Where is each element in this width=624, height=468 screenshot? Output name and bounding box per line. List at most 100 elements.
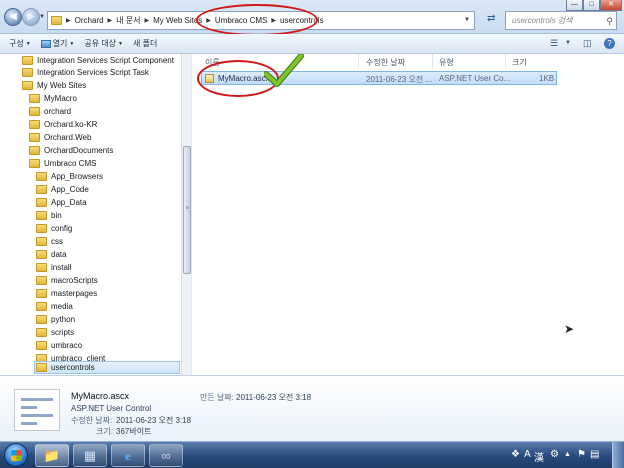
view-options-icon[interactable]: ☰ — [550, 38, 558, 49]
details-file-type: ASP.NET User Control — [71, 404, 152, 413]
recent-pages-dropdown[interactable]: ▼ — [39, 14, 45, 20]
chevron-right-icon[interactable]: ▶ — [144, 17, 149, 24]
tree-item-my-web-sites[interactable]: My Web Sites — [22, 79, 86, 91]
tree-item-css[interactable]: css — [36, 235, 63, 247]
tray-settings-icon[interactable]: ⚙ — [550, 449, 559, 460]
tree-item-usercontrols[interactable]: usercontrols — [34, 361, 180, 374]
taskbar-visual-studio[interactable]: ∞ — [149, 444, 183, 467]
tree-item-orchard-ko-kr[interactable]: Orchard.ko-KR — [29, 118, 97, 130]
mouse-cursor-icon: ➤ — [564, 322, 575, 336]
file-list-pane: 이름 수정한 날짜 유형 크기 MyMacro.ascx 2011-06-23 … — [192, 54, 624, 375]
tree-item-bin[interactable]: bin — [36, 209, 62, 221]
tree-item-umbraco[interactable]: umbraco — [36, 339, 82, 351]
command-toolbar: 구성 ▼ 열기 ▼ 공유 대상 ▼ 새 폴더 ☰ ▼ ◫ ? — [0, 34, 624, 54]
tree-item-orchard[interactable]: orchard — [29, 105, 71, 117]
hanja-icon[interactable]: 漢 — [534, 449, 544, 464]
tray-expand-icon[interactable]: ▲ — [564, 451, 571, 458]
chevron-right-icon[interactable]: ▶ — [66, 17, 71, 24]
folder-icon — [29, 132, 40, 142]
grip-icon: ≡ — [186, 205, 189, 211]
tree-item-orchard-web[interactable]: Orchard.Web — [29, 131, 91, 143]
folder-icon — [36, 327, 47, 337]
column-header-size[interactable]: 크기 — [512, 57, 527, 68]
tree-item-macroscripts[interactable]: macroScripts — [36, 274, 98, 286]
folder-icon — [36, 223, 47, 233]
folder-icon — [36, 275, 47, 285]
taskbar-internet-explorer[interactable]: e — [111, 444, 145, 467]
file-type: ASP.NET User Co... — [439, 74, 511, 83]
ime-mode-icon[interactable]: A — [524, 449, 531, 460]
close-button[interactable]: ✕ — [600, 0, 622, 11]
network-icon[interactable]: ▤ — [590, 449, 599, 460]
taskbar-explorer[interactable]: 📁 — [35, 444, 69, 467]
tree-item-integration-services-script-task[interactable]: Integration Services Script Task — [22, 66, 149, 78]
chevron-down-icon: ▼ — [69, 40, 75, 47]
language-bar-icon[interactable]: ❖ — [511, 449, 520, 460]
folder-icon — [22, 55, 33, 65]
app-icon: ▦ — [83, 448, 97, 463]
thumbnail-line — [21, 398, 53, 401]
tree-item-app-data[interactable]: App_Data — [36, 196, 87, 208]
organize-button[interactable]: 구성 ▼ — [9, 38, 31, 49]
tree-item-label: Integration Services Script Component — [37, 55, 174, 65]
breadcrumb-my-web-sites[interactable]: My Web Sites — [153, 16, 202, 25]
open-button[interactable]: 열기 ▼ — [40, 38, 75, 49]
tree-item-label: scripts — [51, 327, 75, 337]
maximize-icon: □ — [589, 1, 594, 8]
tree-item-integration-services-script-component[interactable]: Integration Services Script Component — [22, 54, 174, 66]
folder-icon — [22, 67, 33, 77]
tree-item-label: css — [51, 236, 63, 246]
help-icon[interactable]: ? — [604, 38, 615, 49]
tree-item-masterpages[interactable]: masterpages — [36, 287, 97, 299]
chevron-right-icon[interactable]: ▶ — [108, 17, 113, 24]
tree-item-app-browsers[interactable]: App_Browsers — [36, 170, 103, 182]
tree-item-config[interactable]: config — [36, 222, 72, 234]
flag-icon[interactable]: ⚑ — [577, 449, 586, 460]
view-dropdown-icon[interactable]: ▼ — [565, 40, 571, 46]
tree-item-label: orchard — [44, 106, 72, 116]
start-button[interactable] — [4, 443, 28, 467]
taskbar: 📁 ▦ e ∞ ❖ A 漢 ⚙ ▲ ⚑ ▤ — [0, 441, 624, 468]
breadcrumb-documents[interactable]: 내 문서 — [116, 15, 140, 26]
refresh-button[interactable]: ⇄ — [487, 13, 495, 24]
taskbar-app[interactable]: ▦ — [73, 444, 107, 467]
maximize-button[interactable]: □ — [583, 0, 600, 11]
folder-icon — [36, 262, 47, 272]
tree-item-label: App_Browsers — [51, 171, 104, 181]
search-input[interactable]: usercontrols 검색 ⚲ — [505, 11, 617, 30]
tree-item-label: data — [51, 249, 67, 259]
show-desktop-button[interactable] — [612, 442, 624, 468]
tree-item-python[interactable]: python — [36, 313, 75, 325]
new-folder-button[interactable]: 새 폴더 — [133, 38, 157, 49]
new-folder-label: 새 폴더 — [133, 39, 158, 48]
tree-item-label: install — [51, 262, 72, 272]
tree-item-install[interactable]: install — [36, 261, 71, 273]
column-divider[interactable] — [358, 54, 359, 68]
column-divider[interactable] — [432, 54, 433, 68]
tree-item-orcharddocuments[interactable]: OrchardDocuments — [29, 144, 113, 156]
tree-item-scripts[interactable]: scripts — [36, 326, 74, 338]
tree-item-label: Orchard.Web — [44, 132, 92, 142]
column-divider[interactable] — [505, 54, 506, 68]
forward-button[interactable]: ▶ — [22, 8, 40, 26]
column-header-type[interactable]: 유형 — [439, 57, 454, 68]
minimize-button[interactable]: — — [566, 0, 583, 11]
preview-pane-icon[interactable]: ◫ — [583, 38, 592, 49]
tree-item-label: App_Data — [51, 197, 87, 207]
tree-item-app-code[interactable]: App_Code — [36, 183, 89, 195]
column-header-modified[interactable]: 수정한 날짜 — [366, 57, 405, 68]
share-button[interactable]: 공유 대상 ▼ — [84, 38, 123, 49]
tree-item-mymacro[interactable]: MyMacro — [29, 92, 77, 104]
tree-item-data[interactable]: data — [36, 248, 67, 260]
breadcrumb-orchard[interactable]: Orchard — [75, 16, 104, 25]
address-dropdown-button[interactable]: ▼ — [460, 11, 474, 30]
back-button[interactable]: ◀ — [4, 8, 22, 26]
close-icon: ✕ — [608, 1, 614, 8]
scrollbar-thumb[interactable]: ≡ — [183, 146, 191, 274]
tree-item-media[interactable]: media — [36, 300, 73, 312]
search-icon[interactable]: ⚲ — [606, 13, 613, 30]
tree-item-label: OrchardDocuments — [44, 145, 114, 155]
folder-icon — [36, 236, 47, 246]
tree-item-umbraco-cms[interactable]: Umbraco CMS — [29, 157, 96, 169]
nav-scrollbar[interactable]: ≡ — [181, 54, 191, 375]
